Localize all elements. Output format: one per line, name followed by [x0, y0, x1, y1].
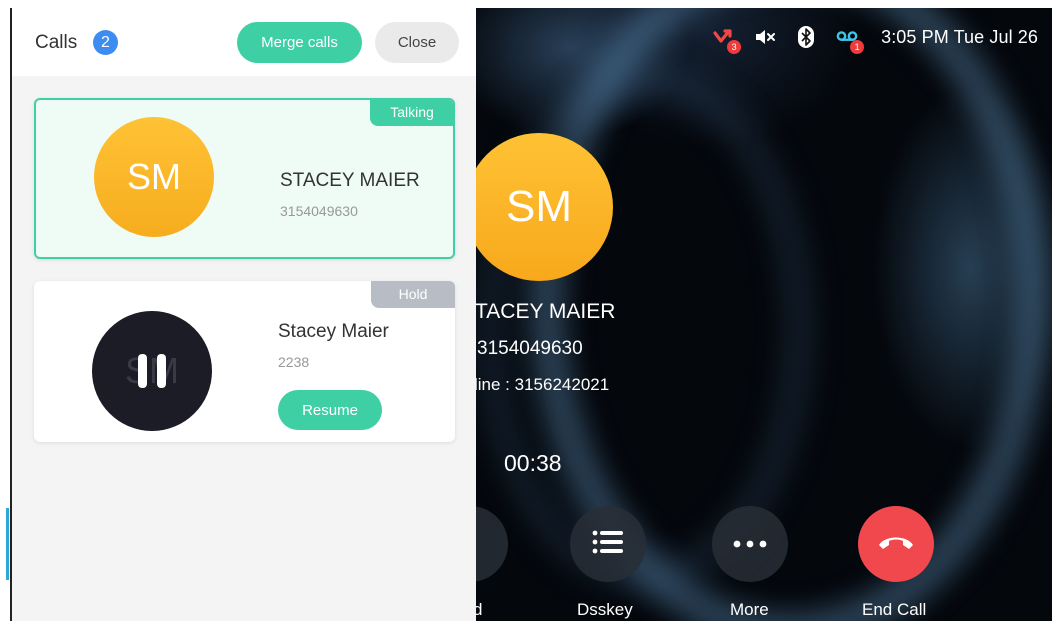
avatar-initials: SM [127, 156, 181, 197]
call-number: 3154049630 [280, 203, 358, 219]
calls-panel-header: Calls 2 Merge calls Close [12, 8, 476, 76]
hang-up-icon [877, 533, 915, 556]
caller-avatar: SM [465, 133, 613, 281]
close-button[interactable]: Close [375, 22, 459, 63]
call-card-hold[interactable]: Hold SM Stacey Maier 2238 Resume [34, 281, 455, 442]
caller-line: line : 3156242021 [474, 375, 610, 394]
status-tag-hold: Hold [371, 281, 455, 308]
voicemail-count-badge: 1 [850, 40, 865, 54]
calls-panel: Calls 2 Merge calls Close Talking SM STA… [10, 8, 476, 621]
calls-count-badge: 2 [93, 30, 118, 55]
voicemail-icon[interactable]: 1 [836, 26, 865, 54]
status-tag-talking: Talking [370, 100, 453, 126]
end-call-button[interactable] [858, 506, 934, 582]
call-number: 2238 [278, 354, 310, 370]
caller-number: 3154049630 [477, 338, 583, 359]
call-name: Stacey Maier [278, 321, 389, 342]
more-dots-icon [733, 535, 767, 553]
pause-icon [138, 354, 166, 388]
end-call-label: End Call [862, 600, 927, 619]
caller-name: TACEY MAIER [475, 300, 616, 323]
dsskey-button[interactable] [570, 506, 646, 582]
status-time: 3:05 PM Tue Jul 26 [881, 26, 1038, 47]
call-card-talking[interactable]: Talking SM STACEY MAIER 3154049630 [34, 98, 455, 259]
list-icon [592, 529, 624, 560]
status-bar: 3 1 3:05 PM Tue Jul 26 [713, 20, 1038, 54]
bluetooth-icon [795, 26, 817, 48]
call-name: STACEY MAIER [280, 170, 420, 191]
caller-avatar-initials: SM [506, 182, 572, 231]
dsskey-label: Dsskey [577, 600, 633, 619]
missed-call-icon[interactable]: 3 [713, 26, 742, 54]
more-button[interactable] [712, 506, 788, 582]
left-edge-accent [6, 508, 9, 580]
resume-button[interactable]: Resume [278, 390, 382, 430]
avatar: SM [94, 117, 214, 237]
calls-title: Calls [35, 32, 78, 53]
missed-call-count-badge: 3 [727, 40, 742, 54]
call-timer: 00:38 [504, 450, 562, 476]
avatar-on-hold: SM [92, 311, 212, 431]
more-label: More [730, 600, 769, 619]
merge-calls-button[interactable]: Merge calls [237, 22, 362, 63]
speaker-muted-icon [754, 26, 776, 48]
